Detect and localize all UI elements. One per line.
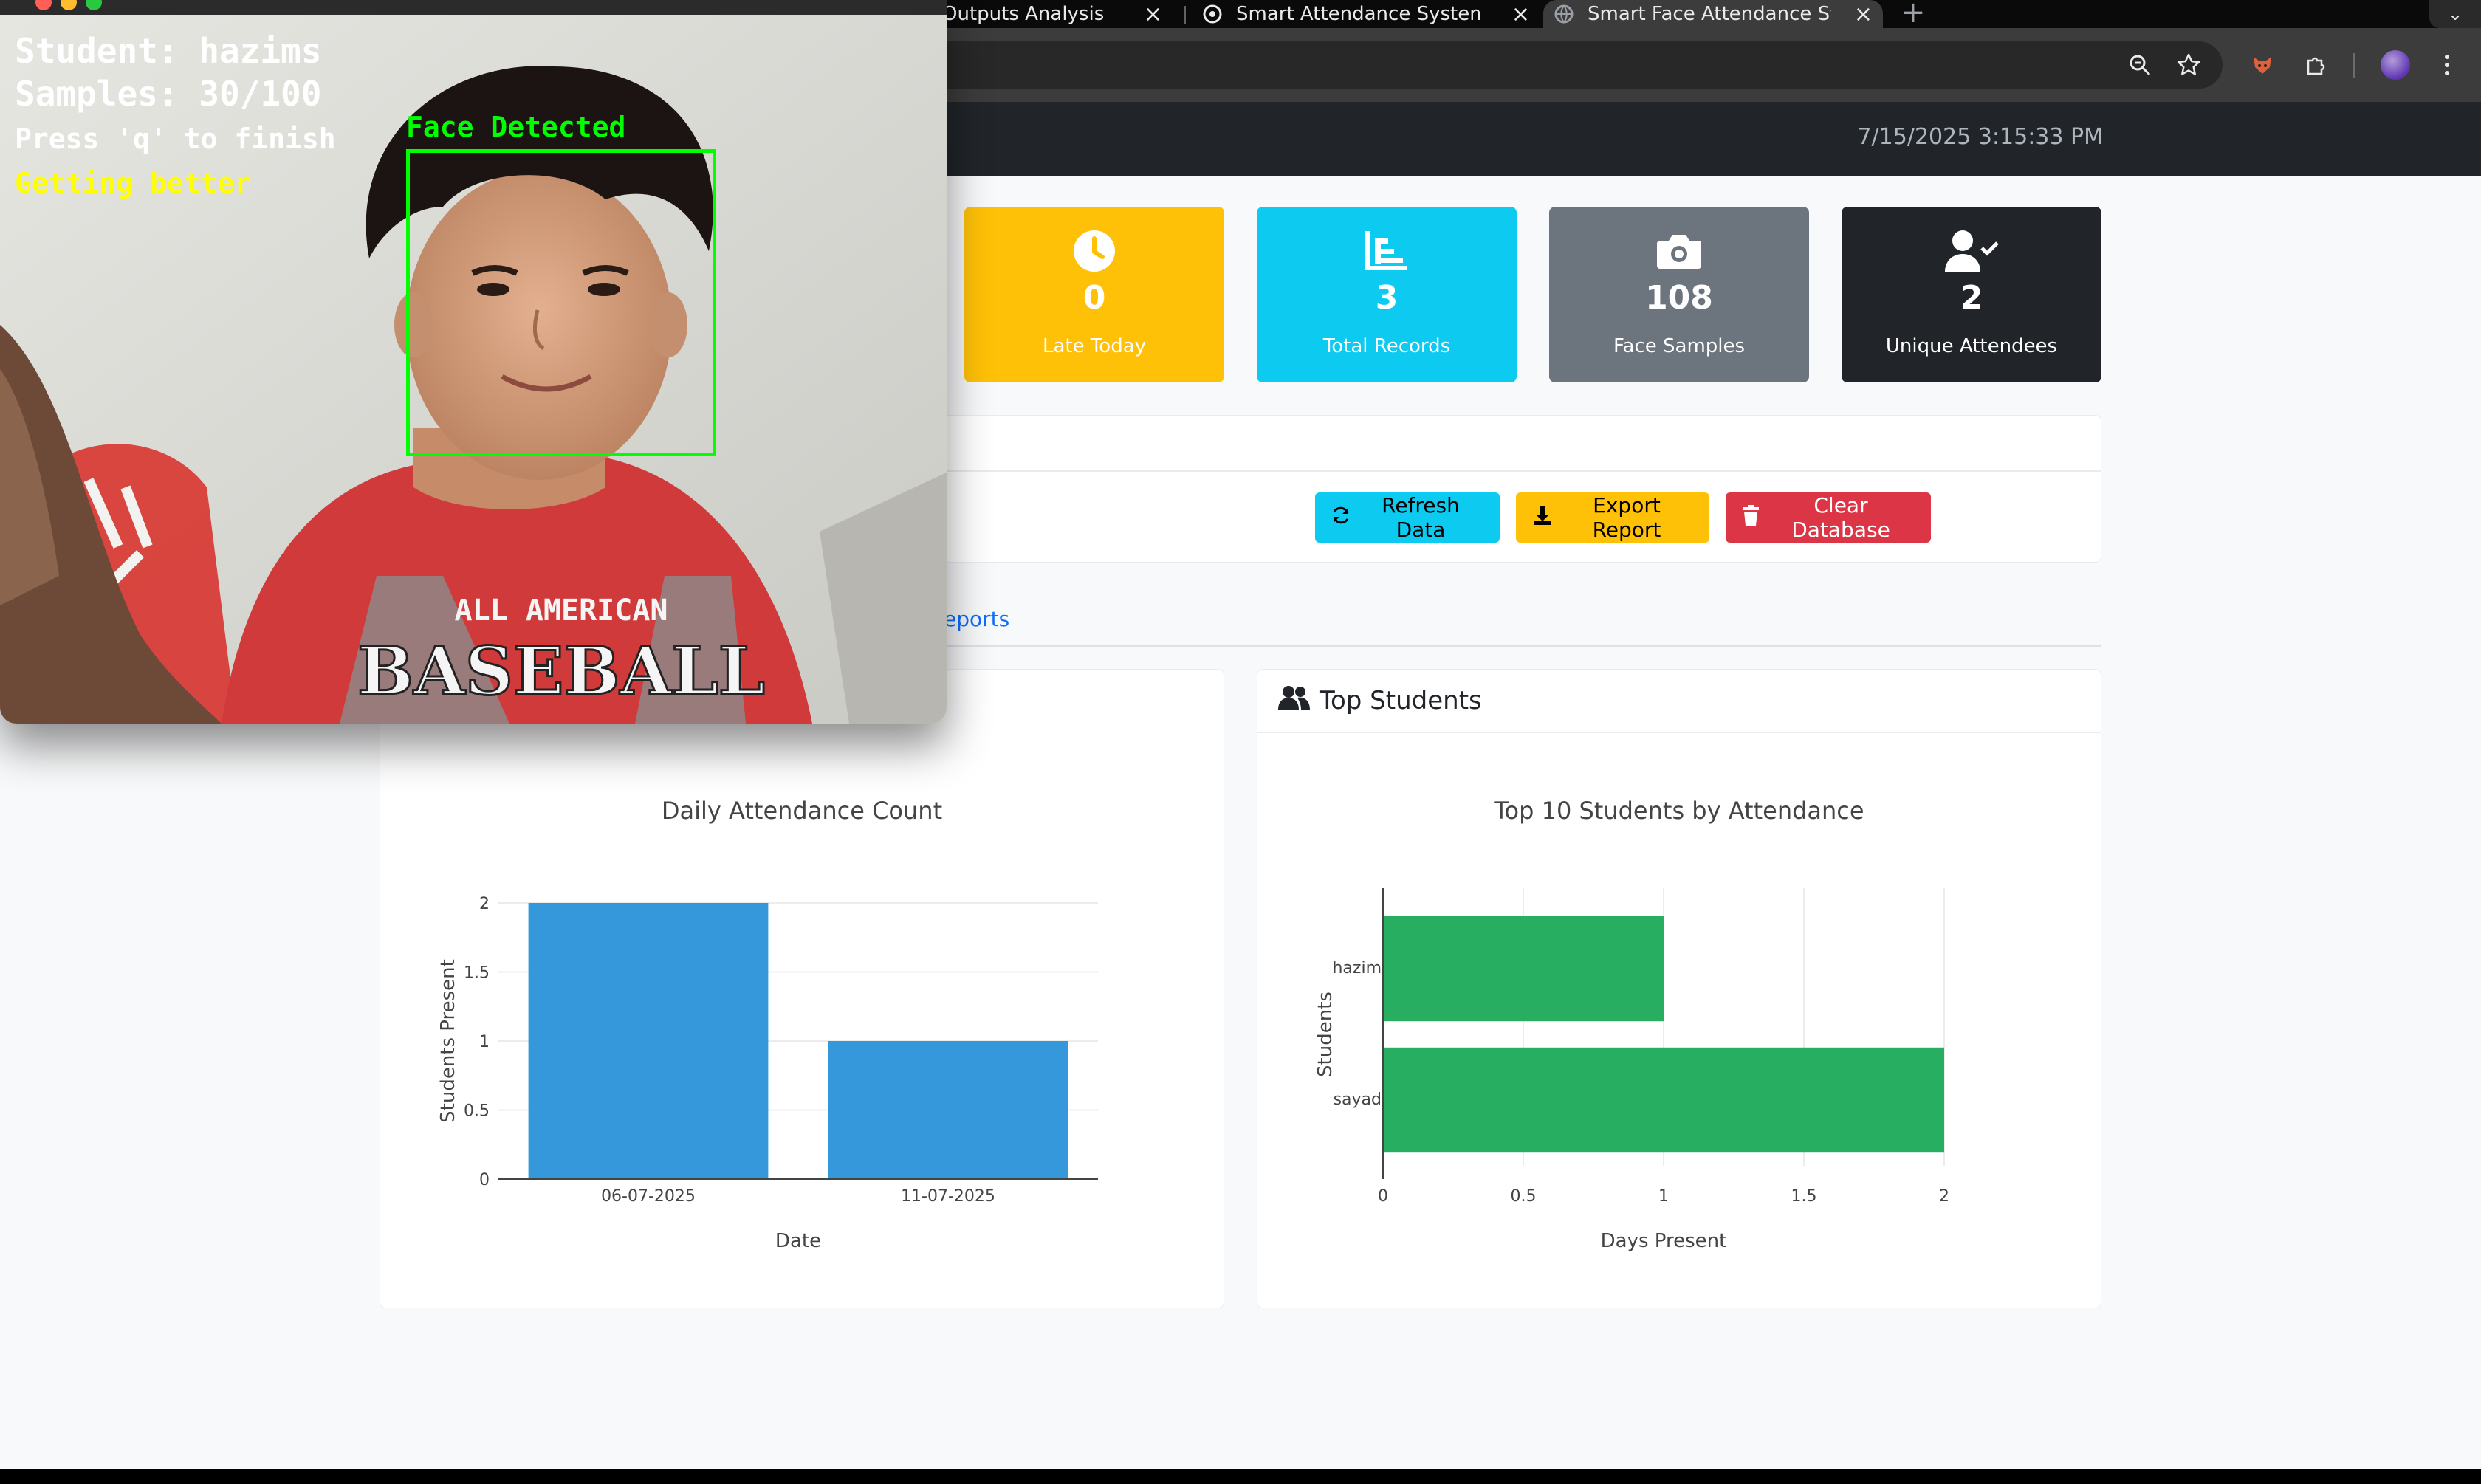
tab-close-icon[interactable]: ×: [1854, 1, 1873, 27]
y-tick-label: hazim: [1332, 959, 1382, 978]
y-tick-label: sayad: [1334, 1090, 1382, 1109]
camera-icon: [1655, 227, 1703, 275]
tab-title: Smart Attendance System Ba: [1236, 3, 1480, 25]
stat-value: 3: [1375, 279, 1399, 317]
window-bottom-edge: [0, 1469, 2481, 1484]
x-axis-label: Days Present: [1601, 1230, 1727, 1252]
trash-icon: [1742, 504, 1760, 531]
current-datetime: 7/15/2025 3:15:33 PM: [1857, 124, 2103, 150]
x-tick-label: 0.5: [1511, 1187, 1537, 1206]
stat-label: Total Records: [1322, 335, 1451, 357]
y-tick-label: 2: [479, 895, 490, 913]
kebab-menu-icon[interactable]: [2434, 52, 2460, 78]
shirt-print-top: ALL AMERICAN: [455, 594, 668, 628]
y-axis-label: Students: [1314, 992, 1336, 1077]
button-label: Refresh Data: [1382, 493, 1460, 542]
openai-favicon-icon: [1202, 4, 1223, 24]
stat-card-face-samples: 108 Face Samples: [1549, 207, 1809, 382]
x-tick-label: 11-07-2025: [901, 1187, 995, 1206]
clock-icon: [1072, 227, 1116, 275]
shirt-print-bottom: BASEBALL: [357, 632, 765, 710]
x-tick-label: 1: [1658, 1187, 1669, 1206]
stat-label: Late Today: [1042, 335, 1147, 357]
extension-fox-icon[interactable]: [2249, 52, 2276, 78]
face-detection-box: [406, 149, 716, 456]
refresh-data-button[interactable]: Refresh Data: [1315, 492, 1500, 543]
window-minimize-button[interactable]: [61, 0, 77, 10]
stat-label: Face Samples: [1613, 335, 1746, 357]
bar: [828, 1041, 1068, 1179]
stat-card-total-records: 3 Total Records: [1257, 207, 1517, 382]
stat-card-late-today: 0 Late Today: [964, 207, 1224, 382]
overlay-instruction: Press 'q' to finish: [15, 123, 336, 155]
browser-tab-face-attendance[interactable]: Smart Face Attendance Syste ×: [1543, 0, 1883, 28]
bar: [1383, 1047, 1944, 1153]
stat-value: 2: [1960, 279, 1983, 317]
refresh-icon: [1331, 506, 1351, 530]
x-tick-label: 06-07-2025: [601, 1187, 696, 1206]
bar-chart-icon: [1365, 227, 1409, 275]
new-tab-button[interactable]: +: [1901, 0, 1926, 30]
y-tick-label: 1: [479, 1033, 490, 1051]
daily-attendance-chart: 0 0.5 1 1.5 2 06-07-2025 11-07-2025 Date Student…: [437, 895, 1098, 1252]
button-label: Clear Database: [1791, 493, 1890, 542]
bookmark-star-icon[interactable]: [2175, 52, 2202, 78]
stat-value: 108: [1645, 279, 1713, 317]
y-tick-label: 0.5: [464, 1102, 490, 1121]
tab-reports[interactable]: eports: [944, 607, 1009, 631]
toolbar-divider: [2353, 53, 2355, 78]
face-detected-label: Face Detected: [406, 111, 626, 143]
x-axis-label: Date: [775, 1230, 821, 1252]
tab-title: Smart Face Attendance Syste: [1588, 3, 1831, 25]
clear-database-button[interactable]: Clear Database: [1726, 492, 1931, 543]
extensions-puzzle-icon[interactable]: [2302, 52, 2329, 78]
tab-separator: [1184, 6, 1186, 24]
window-close-button[interactable]: [35, 0, 52, 10]
stat-label: Unique Attendees: [1885, 335, 2058, 357]
y-tick-label: 1.5: [464, 964, 490, 983]
globe-favicon-icon: [1554, 4, 1574, 24]
export-report-button[interactable]: Export Report: [1516, 492, 1709, 543]
chevron-down-icon: ⌄: [2447, 4, 2463, 24]
window-titlebar[interactable]: [0, 0, 947, 15]
button-label: Export Report: [1592, 493, 1661, 542]
top-students-chart: 0 0.5 1 1.5 2 hazim sayad Days Present Students: [1314, 888, 1949, 1252]
y-axis-label: Students Present: [437, 959, 459, 1123]
x-tick-label: 0: [1378, 1187, 1388, 1206]
tab-title: Outputs Analysis: [942, 3, 1105, 25]
window-maximize-button[interactable]: [86, 0, 102, 10]
bar: [528, 903, 769, 1179]
address-bar[interactable]: [916, 41, 2223, 89]
y-tick-label: 0: [479, 1171, 490, 1189]
tab-close-icon[interactable]: ×: [1144, 1, 1162, 27]
x-tick-label: 1.5: [1791, 1187, 1817, 1206]
tab-search-button[interactable]: ⌄: [2429, 0, 2481, 28]
download-icon: [1532, 505, 1553, 531]
zoom-icon[interactable]: [2127, 52, 2153, 78]
top-students-card: Top Students Top 10 Students by Attendan…: [1257, 669, 2101, 1308]
bar: [1383, 916, 1664, 1022]
daily-attendance-card: Daily Attendance Count 0 0.5 1 1.5 2 06-07-20…: [380, 669, 1224, 1308]
overlay-quality-status: Getting better: [15, 167, 252, 199]
browser-tab-outputs[interactable]: Outputs Analysis ×: [916, 0, 1173, 28]
x-tick-label: 2: [1939, 1187, 1949, 1206]
profile-avatar[interactable]: [2381, 50, 2410, 80]
stat-card-unique-attendees: 2 Unique Attendees: [1842, 207, 2101, 382]
browser-tab-smart-attendance[interactable]: Smart Attendance System Ba ×: [1192, 0, 1540, 28]
overlay-student-name: Student: hazims: [15, 31, 322, 71]
tab-close-icon[interactable]: ×: [1511, 1, 1530, 27]
overlay-sample-count: Samples: 30/100: [15, 74, 322, 114]
face-capture-window[interactable]: ALL AMERICAN BASEBALL Student: hazims Sa…: [0, 0, 947, 724]
stat-value: 0: [1082, 279, 1106, 317]
user-check-icon: [1943, 227, 2000, 275]
